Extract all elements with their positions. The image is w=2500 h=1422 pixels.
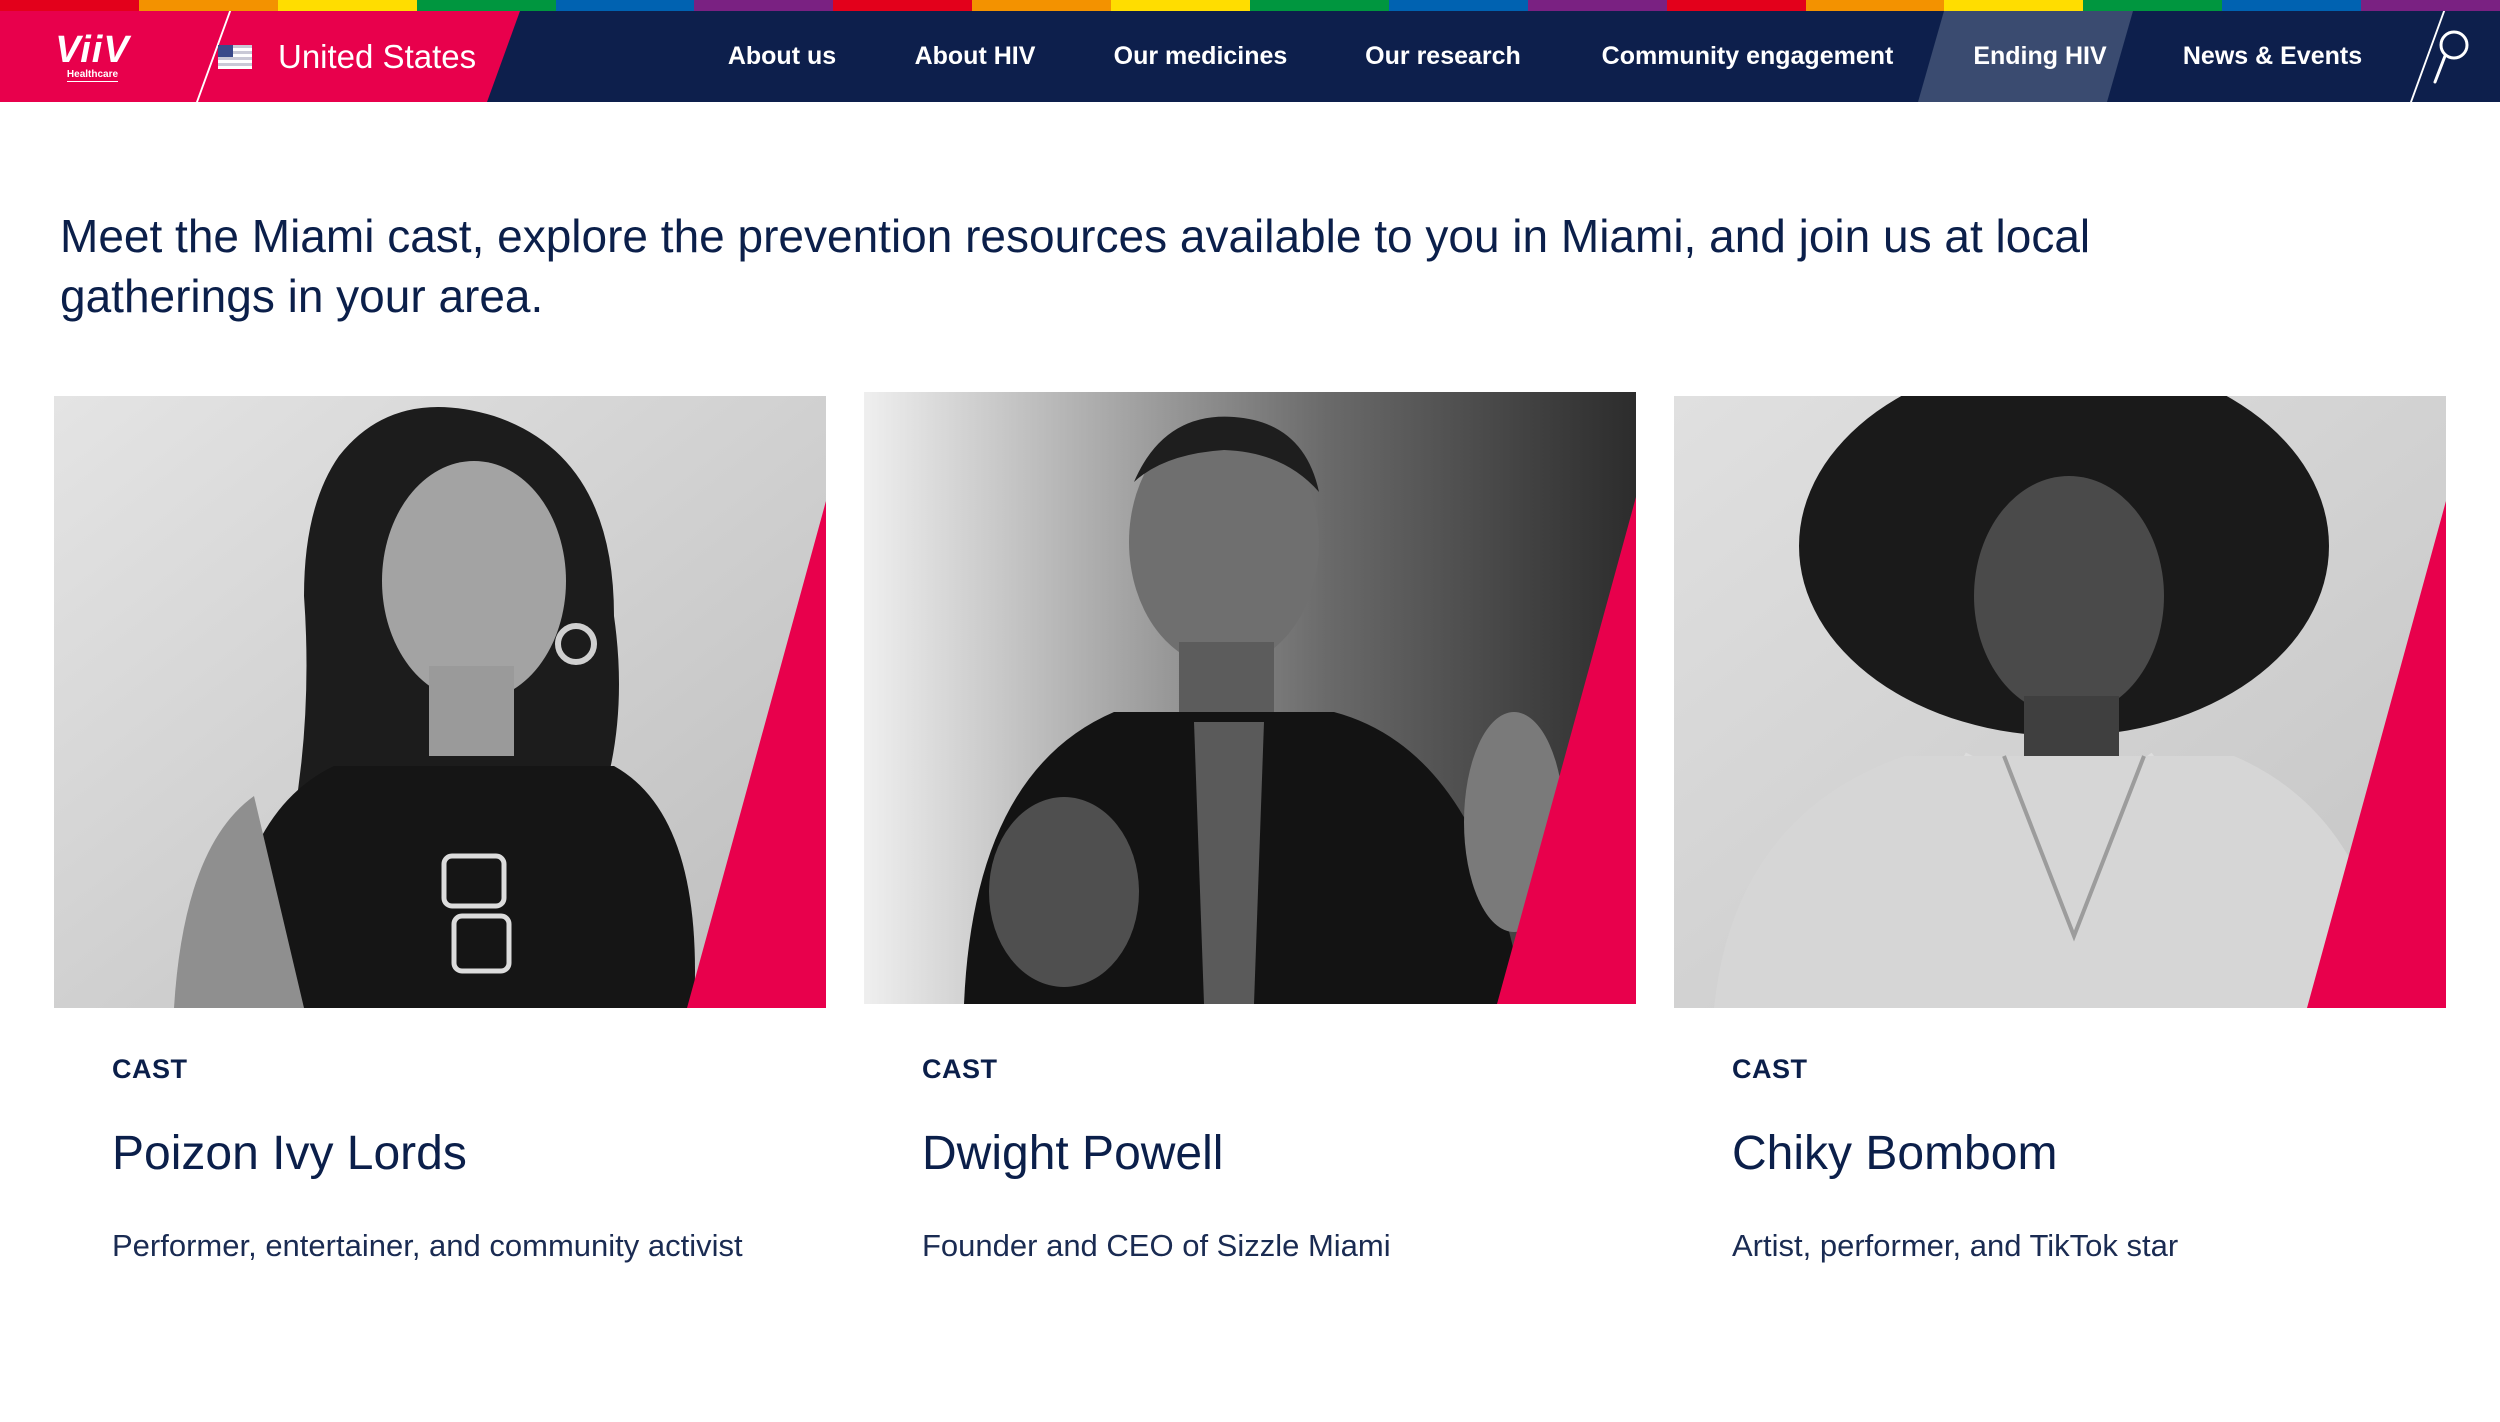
- main-nav: About us About HIV Our medicines Our res…: [0, 11, 2500, 102]
- cast-name[interactable]: Dwight Powell: [922, 1126, 1223, 1181]
- rainbow-segment: [2083, 0, 2223, 11]
- cast-name[interactable]: Poizon Ivy Lords: [112, 1126, 467, 1181]
- cast-card[interactable]: CAST Poizon Ivy Lords Performer, enterta…: [54, 396, 826, 1263]
- card-kicker: CAST: [922, 1054, 998, 1084]
- portrait-photo-icon: [864, 392, 1636, 1004]
- card-kicker: CAST: [1732, 1054, 1808, 1084]
- rainbow-segment: [416, 0, 556, 11]
- search-button[interactable]: [2400, 11, 2500, 102]
- cast-description: Performer, entertainer, and community ac…: [112, 1228, 743, 1263]
- portrait-photo-icon: [54, 396, 826, 1008]
- rainbow-segment: [694, 0, 834, 11]
- rainbow-segment: [1527, 0, 1667, 11]
- portrait-photo-icon: [1674, 396, 2446, 1008]
- cast-description: Founder and CEO of Sizzle Miami: [922, 1228, 1391, 1263]
- rainbow-segment: [833, 0, 973, 11]
- nav-our-medicines[interactable]: Our medicines: [1098, 11, 1303, 102]
- rainbow-segment: [277, 0, 417, 11]
- cast-card[interactable]: CAST Dwight Powell Founder and CEO of Si…: [864, 392, 1636, 1263]
- cast-photo[interactable]: [54, 396, 826, 1008]
- cast-photo[interactable]: [864, 392, 1636, 1004]
- nav-about-hiv[interactable]: About HIV: [900, 11, 1050, 102]
- rainbow-segment: [1666, 0, 1806, 11]
- rainbow-segment: [0, 0, 139, 11]
- nav-community-engagement[interactable]: Community engagement: [1590, 11, 1905, 102]
- nav-our-research[interactable]: Our research: [1353, 11, 1533, 102]
- cast-description: Artist, performer, and TikTok star: [1732, 1228, 2179, 1263]
- nav-ending-hiv[interactable]: Ending HIV: [1950, 11, 2130, 102]
- cast-name[interactable]: Chiky Bombom: [1732, 1126, 2057, 1181]
- rainbow-segment: [1944, 0, 2084, 11]
- rainbow-stripe: [0, 0, 2500, 11]
- rainbow-segment: [2222, 0, 2362, 11]
- rainbow-segment: [1111, 0, 1251, 11]
- rainbow-segment: [972, 0, 1112, 11]
- nav-about-us[interactable]: About us: [702, 11, 862, 102]
- rainbow-segment: [1250, 0, 1389, 11]
- rainbow-segment: [555, 0, 695, 11]
- cast-photo[interactable]: [1674, 396, 2446, 1008]
- card-kicker: CAST: [112, 1054, 188, 1084]
- rainbow-segment: [1388, 0, 1528, 11]
- nav-news-events[interactable]: News & Events: [2170, 11, 2375, 102]
- site-header: ViiV Healthcare United States About us A…: [0, 11, 2500, 102]
- cast-card[interactable]: CAST Chiky Bombom Artist, performer, and…: [1674, 396, 2446, 1263]
- rainbow-segment: [138, 0, 278, 11]
- intro-text: Meet the Miami cast, explore the prevent…: [60, 210, 2091, 322]
- rainbow-segment: [1805, 0, 1945, 11]
- rainbow-segment: [2361, 0, 2500, 11]
- search-icon: [2433, 30, 2469, 83]
